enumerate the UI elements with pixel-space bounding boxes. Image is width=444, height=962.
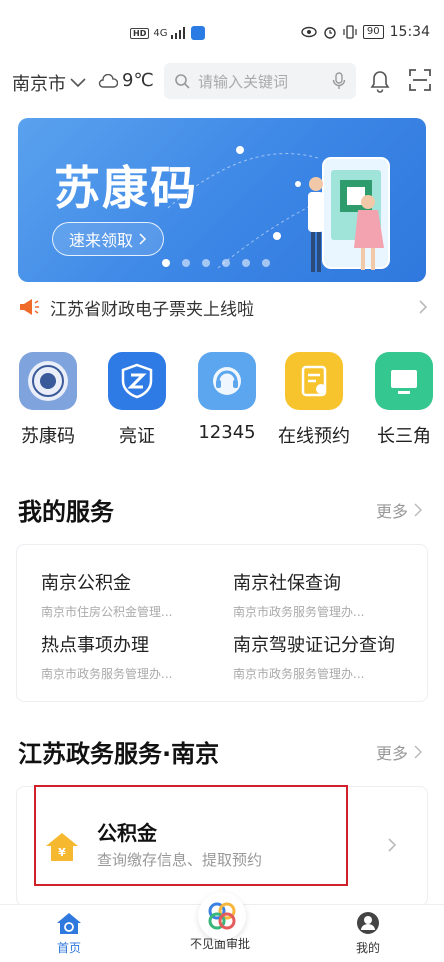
chevron-down-icon (70, 78, 86, 88)
calendar-icon (285, 352, 343, 410)
hd-indicator: HD (130, 27, 150, 39)
banner-title: 苏康码 (54, 161, 198, 215)
app-12345[interactable]: 12345 (187, 352, 267, 443)
app-label: 12345 (198, 422, 256, 443)
service-provider: 南京市住房公积金管理... (41, 605, 173, 619)
vibrate-icon (343, 25, 357, 39)
gov-services-title: 江苏政务服务·南京 (18, 740, 220, 768)
gov-services-more[interactable]: 更多 (376, 740, 422, 764)
service-name: 南京公积金 (41, 573, 131, 594)
emblem-icon (19, 352, 77, 410)
pagination-dot[interactable] (262, 259, 270, 267)
notice-text: 江苏省财政电子票夹上线啦 (50, 299, 254, 320)
status-right: 90 15:34 (301, 24, 430, 40)
alarm-icon (324, 27, 336, 39)
service-name: 南京社保查询 (233, 573, 341, 594)
search-icon (175, 74, 190, 89)
chevron-right-icon (414, 503, 422, 517)
nav-label: 首页 (56, 941, 81, 955)
nav-home[interactable]: 首页 (56, 911, 82, 956)
header: 南京市 9℃ 请输入关键词 (0, 62, 444, 102)
banner-cta-button[interactable]: 速来领取 (52, 222, 165, 256)
chevron-right-icon (414, 745, 422, 759)
highlight-box (34, 785, 348, 886)
my-services-title: 我的服务 (18, 498, 114, 526)
user-icon (357, 912, 379, 934)
service-name: 热点事项办理 (41, 635, 149, 656)
pagination-dot[interactable] (182, 259, 190, 267)
monitor-icon (375, 352, 433, 410)
cloud-icon (98, 73, 118, 88)
service-item[interactable]: 南京驾驶证记分查询 南京市政务服务管理办... (233, 631, 413, 682)
app-notification-icon (191, 26, 206, 40)
app-label: 苏康码 (21, 426, 75, 447)
city-label: 南京市 (12, 74, 66, 95)
weather[interactable]: 9℃ (98, 70, 154, 91)
service-provider: 南京市政务服务管理办... (233, 605, 365, 619)
service-name: 南京驾驶证记分查询 (233, 635, 395, 656)
clock: 15:34 (389, 24, 430, 40)
city-selector[interactable]: 南京市 (12, 70, 86, 96)
service-item[interactable]: 南京社保查询 南京市政务服务管理办... (233, 569, 413, 620)
chevron-right-icon (419, 300, 428, 314)
shield-z-icon (108, 352, 166, 410)
app-label: 长三角 (377, 426, 431, 447)
signal-icon (171, 27, 186, 39)
chevron-right-icon (139, 233, 147, 245)
pagination-dot[interactable] (162, 259, 170, 267)
megaphone-icon (20, 299, 39, 315)
banner-cta-label: 速来领取 (69, 231, 134, 250)
approval-logo-icon[interactable] (198, 892, 246, 940)
my-services-more[interactable]: 更多 (376, 498, 422, 522)
battery-indicator: 90 (362, 25, 384, 39)
nav-mine[interactable]: 我的 (356, 911, 380, 956)
microphone-icon[interactable] (332, 72, 346, 90)
app-label: 在线预约 (278, 426, 350, 447)
banner-pagination (162, 259, 270, 267)
service-provider: 南京市政务服务管理办... (233, 667, 365, 681)
headset-icon (198, 352, 256, 410)
bell-icon[interactable] (368, 68, 392, 94)
app-label: 亮证 (119, 426, 155, 447)
service-provider: 南京市政务服务管理办... (41, 667, 173, 681)
quick-apps: 苏康码 亮证 12345 在线预约 长三角 (0, 352, 444, 452)
notice-bar[interactable]: 江苏省财政电子票夹上线啦 (18, 292, 428, 322)
status-bar: HD 4G 90 15:34 (0, 0, 444, 62)
service-item[interactable]: 热点事项办理 南京市政务服务管理办... (41, 631, 221, 682)
app-online-booking[interactable]: 在线预约 (274, 352, 354, 448)
app-sukangma[interactable]: 苏康码 (8, 352, 88, 448)
search-placeholder: 请输入关键词 (198, 72, 289, 91)
chevron-right-icon (388, 838, 397, 852)
search-bar[interactable]: 请输入关键词 (164, 63, 356, 99)
service-item[interactable]: 南京公积金 南京市住房公积金管理... (41, 569, 221, 620)
promo-banner[interactable]: 苏康码 速来领取 (18, 118, 426, 282)
eye-icon (301, 26, 317, 38)
more-label: 更多 (375, 744, 408, 763)
pagination-dot[interactable] (222, 259, 230, 267)
scan-icon[interactable] (408, 68, 432, 92)
home-icon (57, 913, 81, 934)
my-services-card: 南京公积金 南京市住房公积金管理... 南京社保查询 南京市政务服务管理办...… (16, 544, 428, 702)
more-label: 更多 (375, 502, 408, 521)
pagination-dot[interactable] (242, 259, 250, 267)
app-yangtze-delta[interactable]: 长三角 (364, 352, 444, 448)
nav-label: 我的 (356, 941, 381, 955)
temperature: 9℃ (122, 70, 154, 91)
pagination-dot[interactable] (202, 259, 210, 267)
app-liangzheng[interactable]: 亮证 (97, 352, 177, 448)
status-left: HD 4G (130, 26, 206, 40)
network-type: 4G (153, 27, 168, 39)
